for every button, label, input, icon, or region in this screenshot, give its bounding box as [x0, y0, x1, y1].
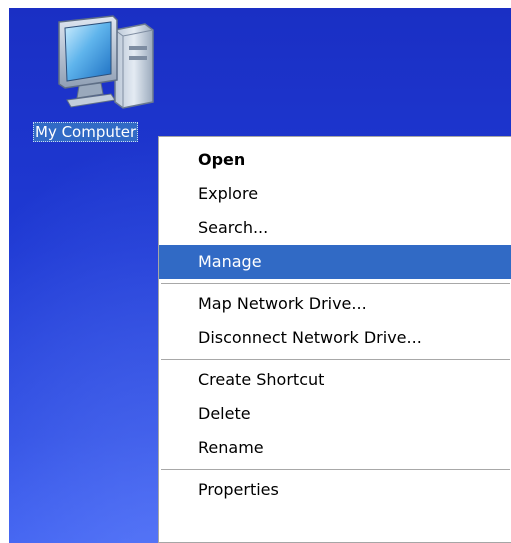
menu-item-manage[interactable]: Manage — [159, 245, 511, 279]
menu-item-create-shortcut[interactable]: Create Shortcut — [159, 363, 511, 397]
desktop[interactable]: My Computer Open Explore Search... Manage Ma… — [9, 8, 511, 543]
menu-item-delete[interactable]: Delete — [159, 397, 511, 431]
my-computer-icon — [58, 15, 154, 109]
menu-separator — [161, 283, 510, 284]
screenshot-frame: My Computer Open Explore Search... Manage Ma… — [0, 0, 511, 543]
menu-item-explore[interactable]: Explore — [159, 177, 511, 211]
menu-separator — [161, 469, 510, 470]
menu-item-disconnect-network-drive[interactable]: Disconnect Network Drive... — [159, 321, 511, 355]
menu-item-map-network-drive[interactable]: Map Network Drive... — [159, 287, 511, 321]
menu-item-open[interactable]: Open — [159, 143, 511, 177]
my-computer-desktop-icon[interactable]: My Computer — [33, 10, 183, 150]
my-computer-label[interactable]: My Computer — [33, 122, 139, 142]
menu-item-search[interactable]: Search... — [159, 211, 511, 245]
context-menu: Open Explore Search... Manage Map Network Dr… — [158, 136, 511, 543]
menu-item-properties[interactable]: Properties — [159, 473, 511, 507]
menu-separator — [161, 359, 510, 360]
menu-item-rename[interactable]: Rename — [159, 431, 511, 465]
